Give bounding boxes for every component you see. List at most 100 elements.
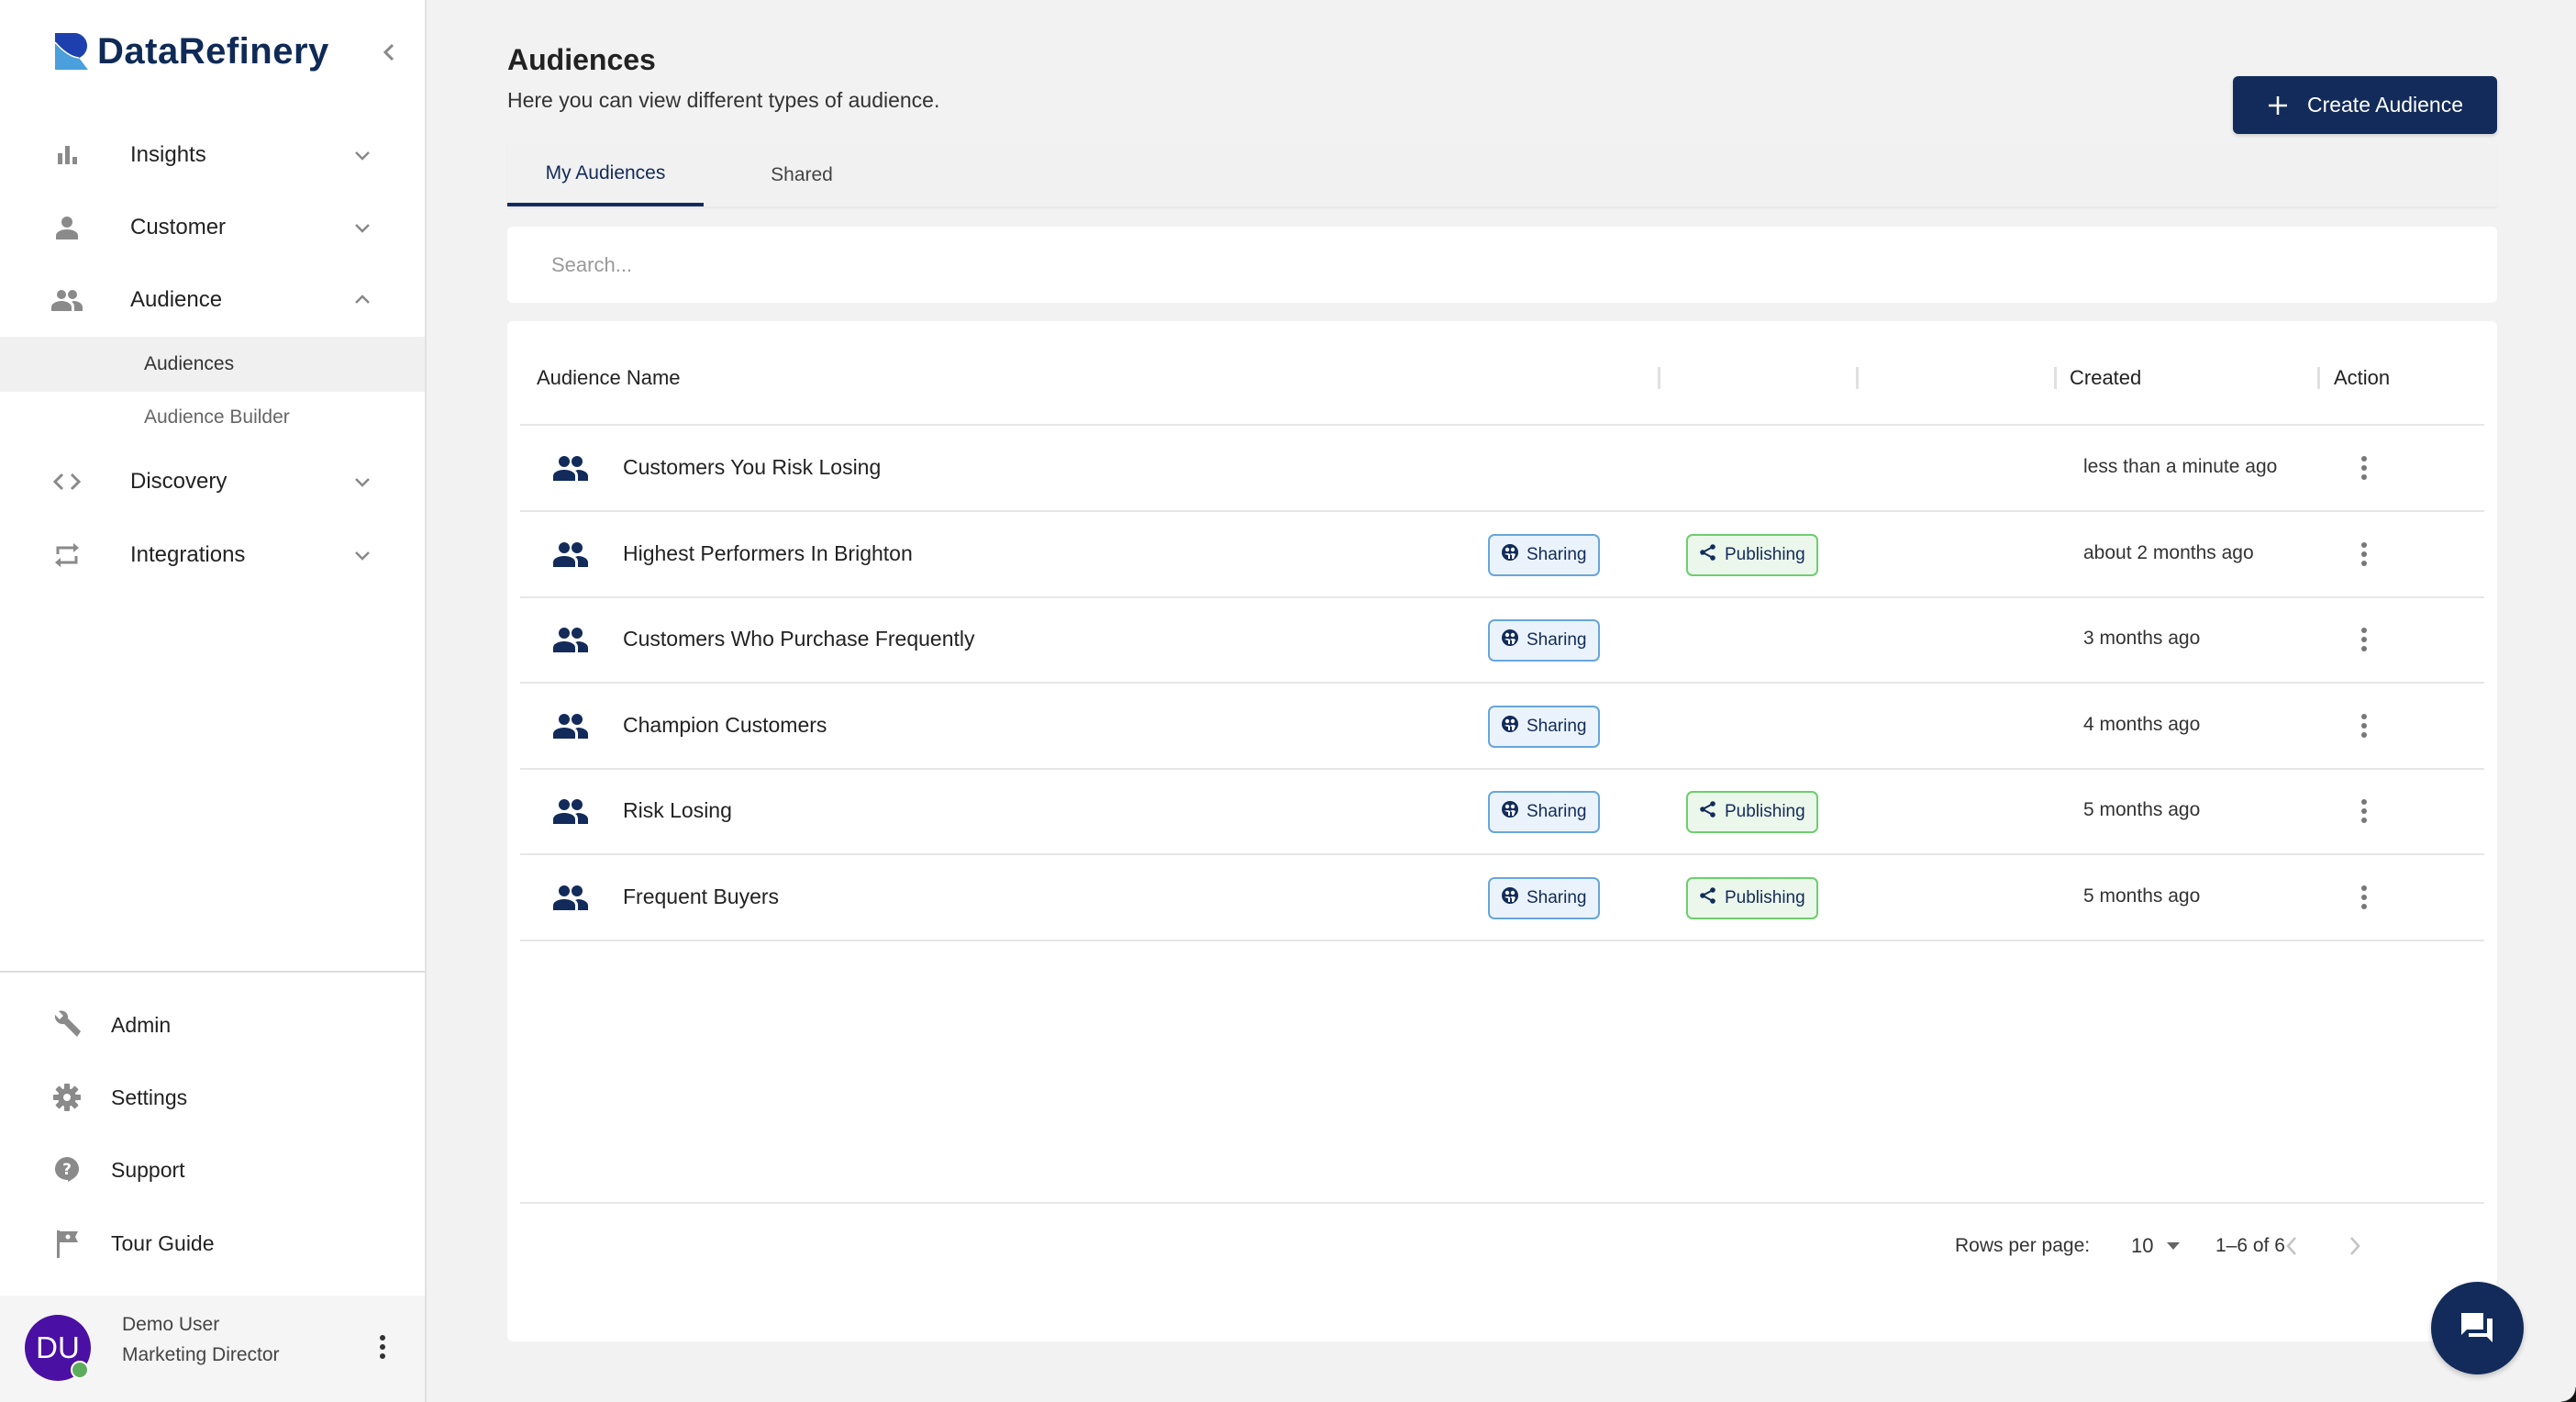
table-row[interactable]: Risk Losing Sharing Publishing 5 months ago: [520, 769, 2484, 854]
wrench-icon: [51, 1009, 83, 1040]
column-header-audience-name[interactable]: Audience Name: [537, 362, 681, 395]
more-vert-icon-dot: [2361, 894, 2367, 900]
collapse-sidebar-button[interactable]: [376, 37, 402, 68]
user-role: Marketing Director: [122, 1344, 280, 1365]
sidebar-item-customer[interactable]: Customer: [0, 200, 425, 255]
more-vert-icon: [2361, 541, 2367, 548]
create-audience-button[interactable]: Create Audience: [2233, 76, 2497, 134]
sidebar-divider: [0, 971, 425, 973]
chevron-right-icon: [2350, 1237, 2360, 1255]
column-separator[interactable]: [2054, 367, 2057, 389]
row-action-menu-button[interactable]: [2353, 451, 2375, 484]
sidebar-item-settings[interactable]: Settings: [0, 1070, 425, 1125]
row-action-menu-button[interactable]: [2353, 709, 2375, 742]
more-vert-icon: [2361, 628, 2367, 633]
sharing-badge[interactable]: Sharing: [1488, 791, 1600, 833]
table-row[interactable]: Champion Customers Sharing 4 months ago: [520, 684, 2484, 769]
rows-per-page-select[interactable]: 10: [2131, 1230, 2181, 1263]
sidebar-item-tour-guide[interactable]: Tour Guide: [0, 1216, 425, 1271]
column-separator[interactable]: [1658, 367, 1660, 389]
column-header-created[interactable]: Created: [2070, 362, 2141, 395]
previous-page-button[interactable]: [2278, 1230, 2305, 1263]
people-icon: [553, 885, 588, 910]
chevron-down-icon: [351, 144, 373, 166]
created-date: about 2 months ago: [2083, 541, 2254, 563]
audience-name[interactable]: Risk Losing: [623, 798, 732, 823]
row-action-menu-button[interactable]: [2353, 881, 2375, 914]
table-row[interactable]: Customers Who Purchase Frequently Sharing…: [520, 597, 2484, 683]
sharing-badge[interactable]: Sharing: [1488, 705, 1600, 748]
created-date: 3 months ago: [2083, 628, 2201, 649]
publishing-label: Publishing: [1725, 887, 1805, 907]
sidebar-item-label: Integrations: [130, 542, 246, 567]
create-audience-label: Create Audience: [2306, 93, 2464, 117]
column-separator[interactable]: [2317, 367, 2320, 389]
publishing-badge[interactable]: Publishing: [1686, 533, 1818, 576]
sidebar-item-label: Audiences: [144, 353, 235, 374]
tab-shared[interactable]: Shared: [704, 144, 900, 206]
column-separator[interactable]: [1856, 367, 1859, 389]
sharing-icon: [1501, 543, 1519, 567]
chevron-left-icon: [383, 43, 394, 61]
chevron-down-icon: [351, 471, 373, 493]
chat-button[interactable]: [2431, 1282, 2524, 1374]
more-vert-icon-dot: [2361, 637, 2367, 642]
more-vert-icon-dot: [380, 1344, 385, 1350]
share-icon: [1699, 543, 1717, 567]
svg-text:?: ?: [62, 1161, 72, 1179]
more-vert-icon-dot: [2361, 646, 2367, 651]
publishing-badge[interactable]: Publishing: [1686, 791, 1818, 833]
sidebar-item-insights[interactable]: Insights: [0, 128, 425, 183]
people-icon: [553, 455, 588, 481]
brand-logo[interactable]: DataRefinery: [54, 30, 329, 72]
sidebar-item-discovery[interactable]: Discovery: [0, 454, 425, 509]
rows-per-page-label: Rows per page:: [1955, 1235, 2091, 1256]
sharing-badge[interactable]: Sharing: [1488, 533, 1600, 576]
chevron-up-icon: [351, 289, 373, 311]
audience-name[interactable]: Highest Performers In Brighton: [623, 541, 913, 566]
bar-chart-icon: [51, 139, 83, 171]
publishing-badge[interactable]: Publishing: [1686, 876, 1818, 919]
row-action-menu-button[interactable]: [2353, 623, 2375, 656]
gear-icon: [51, 1082, 83, 1113]
sidebar-item-support[interactable]: ? Support: [0, 1142, 425, 1197]
sidebar-item-integrations[interactable]: Integrations: [0, 528, 425, 583]
table-row[interactable]: Frequent Buyers Sharing Publishing 5 months…: [520, 855, 2484, 940]
sharing-label: Sharing: [1527, 544, 1587, 564]
flag-icon: [51, 1228, 83, 1259]
sidebar-item-label: Settings: [111, 1085, 188, 1109]
sharing-badge[interactable]: Sharing: [1488, 619, 1600, 662]
search-card: [507, 227, 2497, 303]
online-status-indicator: [71, 1361, 89, 1379]
sharing-badge[interactable]: Sharing: [1488, 876, 1600, 919]
sidebar-item-admin[interactable]: Admin: [0, 997, 425, 1052]
row-action-menu-button[interactable]: [2353, 538, 2375, 571]
repeat-icon: [51, 540, 83, 571]
more-vert-icon-dot: [2361, 474, 2367, 480]
sidebar-item-label: Support: [111, 1157, 185, 1182]
audience-tabs: My Audiences Shared: [507, 144, 2497, 206]
audience-name[interactable]: Customers You Risk Losing: [623, 455, 881, 480]
tab-my-audiences[interactable]: My Audiences: [507, 144, 704, 206]
sidebar-item-audience[interactable]: Audience: [0, 273, 425, 328]
publishing-label: Publishing: [1725, 802, 1805, 821]
search-input[interactable]: [507, 227, 2497, 303]
audience-name[interactable]: Champion Customers: [623, 713, 827, 738]
next-page-button[interactable]: [2341, 1230, 2369, 1263]
audience-name[interactable]: Customers Who Purchase Frequently: [623, 627, 975, 651]
sidebar-item-audiences[interactable]: Audiences: [0, 337, 425, 392]
row-action-menu-button[interactable]: [2353, 795, 2375, 828]
window-corner: [2561, 1387, 2576, 1402]
user-menu-button[interactable]: [372, 1329, 394, 1365]
footer-divider: [520, 1202, 2484, 1204]
sharing-label: Sharing: [1527, 716, 1587, 736]
audience-name[interactable]: Frequent Buyers: [623, 885, 779, 909]
sidebar-item-label: Tour Guide: [111, 1230, 215, 1255]
sidebar-item-audience-builder[interactable]: Audience Builder: [0, 390, 425, 445]
created-date: 4 months ago: [2083, 713, 2201, 735]
table-row[interactable]: Highest Performers In Brighton Sharing Pub…: [520, 512, 2484, 597]
table-row[interactable]: Customers You Risk Losing less than a min…: [520, 426, 2484, 511]
caret-down-icon: [2167, 1242, 2181, 1250]
more-vert-icon-dot: [2361, 551, 2367, 557]
chevron-down-icon: [351, 544, 373, 566]
